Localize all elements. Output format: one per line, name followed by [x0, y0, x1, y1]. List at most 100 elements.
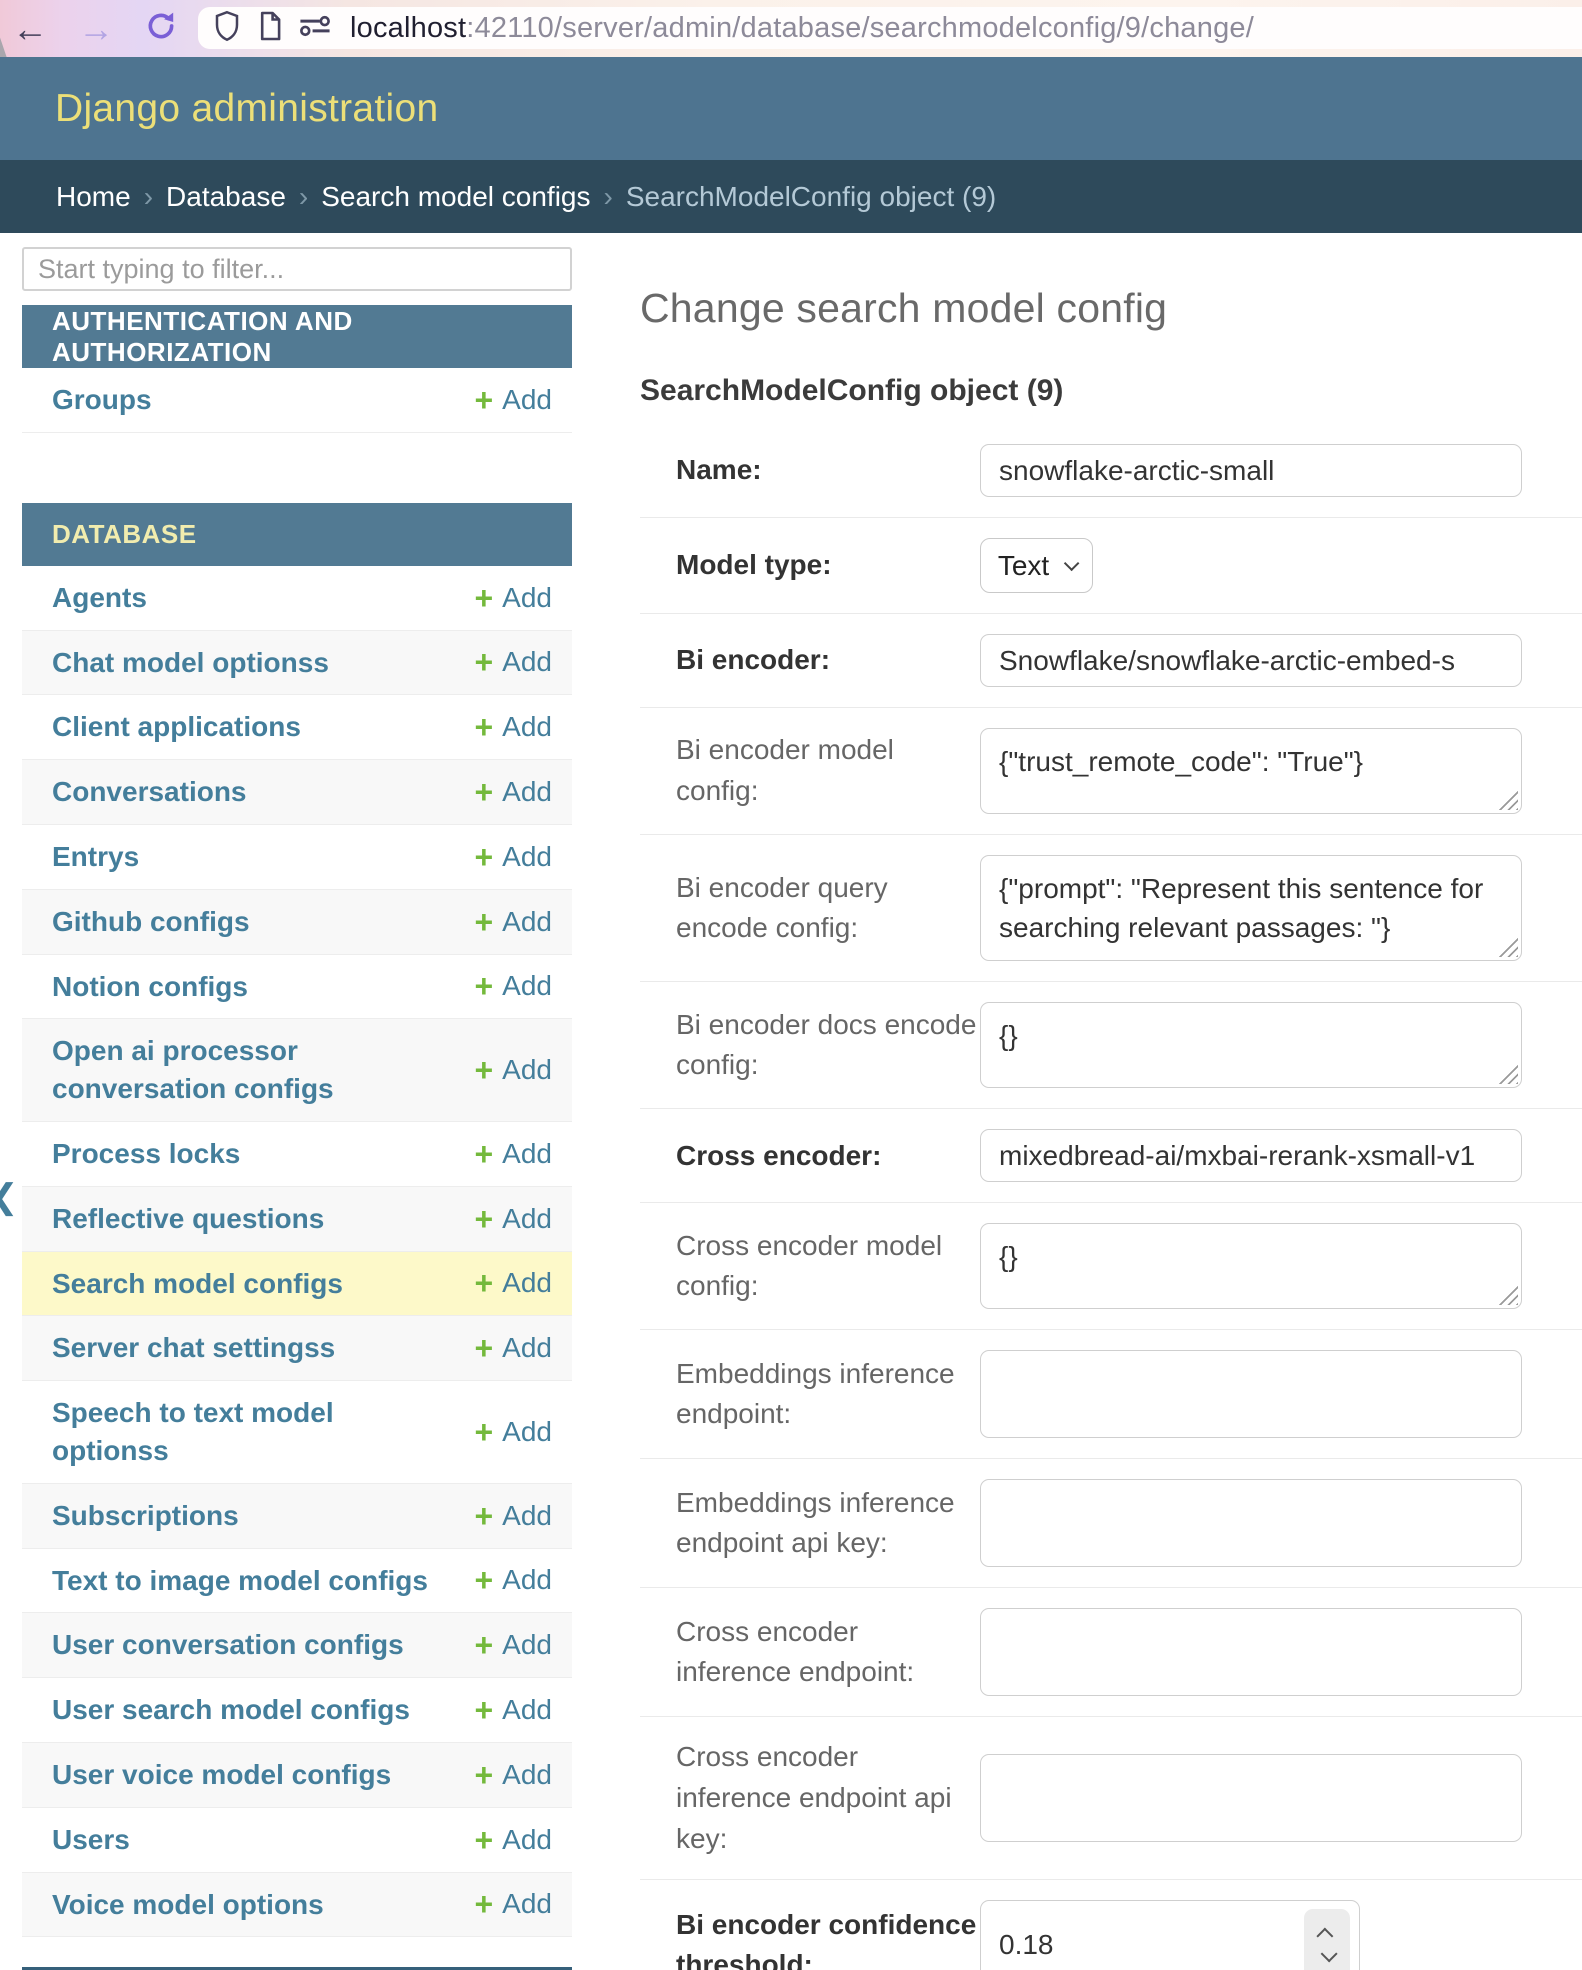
- model-link[interactable]: Conversations: [52, 760, 247, 824]
- add-link[interactable]: +Add: [474, 1888, 552, 1920]
- plus-icon: +: [474, 1824, 493, 1856]
- model-link[interactable]: Subscriptions: [52, 1484, 239, 1548]
- chevron-down-icon: [1064, 556, 1080, 572]
- sidebar-filter-input[interactable]: [22, 247, 572, 291]
- model-link[interactable]: Agents: [52, 566, 147, 630]
- model-link[interactable]: Reflective questions: [52, 1187, 324, 1251]
- section-database-caption: DATABASE: [22, 503, 572, 566]
- endpoint-input[interactable]: [980, 1479, 1522, 1567]
- add-label: Add: [502, 1824, 552, 1856]
- breadcrumb-home[interactable]: Home: [56, 181, 131, 213]
- add-link[interactable]: +Add: [474, 906, 552, 938]
- endpoint-input[interactable]: [980, 1350, 1522, 1438]
- field-label: Cross encoder inference endpoint api key…: [640, 1737, 980, 1859]
- model-link[interactable]: User search model configs: [52, 1678, 410, 1742]
- add-link[interactable]: +Add: [474, 776, 552, 808]
- add-link[interactable]: +Add: [474, 1416, 552, 1448]
- model-link[interactable]: Text to image model configs: [52, 1549, 428, 1613]
- add-link[interactable]: +Add: [474, 1203, 552, 1235]
- add-link[interactable]: +Add: [474, 1564, 552, 1596]
- add-link[interactable]: +Add: [474, 384, 552, 416]
- model-link[interactable]: Open ai processor conversation configs: [52, 1019, 437, 1121]
- resize-grip-icon[interactable]: [1497, 1284, 1518, 1305]
- field-label: Cross encoder model config:: [640, 1226, 980, 1307]
- model-link[interactable]: Speech to text model optionss: [52, 1381, 437, 1483]
- model-link[interactable]: Search model configs: [52, 1252, 343, 1316]
- json-textarea[interactable]: {"prompt": "Represent this sentence for …: [980, 855, 1522, 961]
- resize-grip-icon[interactable]: [1497, 1063, 1518, 1084]
- model-link[interactable]: Users: [52, 1808, 130, 1872]
- add-label: Add: [502, 711, 552, 743]
- model-link[interactable]: Process locks: [52, 1122, 240, 1186]
- json-textarea[interactable]: {"trust_remote_code": "True"}: [980, 728, 1522, 814]
- endpoint-input[interactable]: [980, 1754, 1522, 1842]
- model-link[interactable]: Server chat settingss: [52, 1316, 335, 1380]
- json-textarea[interactable]: {}: [980, 1002, 1522, 1088]
- model-link[interactable]: User voice model configs: [52, 1743, 391, 1807]
- endpoint-input[interactable]: [980, 1608, 1522, 1696]
- breadcrumb-database[interactable]: Database: [166, 181, 286, 213]
- model-link[interactable]: Chat model optionss: [52, 631, 329, 695]
- form-row: Embeddings inference endpoint:: [640, 1330, 1582, 1459]
- add-label: Add: [502, 1629, 552, 1661]
- model-link[interactable]: User conversation configs: [52, 1613, 404, 1677]
- json-textarea[interactable]: {}: [980, 1223, 1522, 1309]
- field-label: Bi encoder:: [640, 640, 980, 681]
- site-title[interactable]: Django administration: [55, 87, 439, 131]
- back-icon[interactable]: ←: [12, 11, 48, 47]
- address-bar[interactable]: localhost:42110/server/admin/database/se…: [198, 7, 1582, 49]
- django-header: Django administration: [0, 57, 1582, 160]
- select-input[interactable]: Text: [980, 538, 1093, 593]
- field-widget: [980, 1479, 1582, 1567]
- stepper-up-icon[interactable]: [1316, 1928, 1333, 1945]
- breadcrumb-search-model-configs[interactable]: Search model configs: [321, 181, 590, 213]
- text-input[interactable]: [980, 444, 1522, 497]
- field-label: Model type:: [640, 545, 980, 586]
- shield-icon[interactable]: [212, 9, 242, 48]
- resize-grip-icon[interactable]: [1497, 936, 1518, 957]
- add-link[interactable]: +Add: [474, 970, 552, 1002]
- form-row: Cross encoder inference endpoint:: [640, 1588, 1582, 1717]
- model-link[interactable]: Client applications: [52, 695, 301, 759]
- sidebar-item: Conversations +Add: [22, 760, 572, 825]
- breadcrumb-current: SearchModelConfig object (9): [626, 181, 996, 213]
- add-link[interactable]: +Add: [474, 1629, 552, 1661]
- object-title: SearchModelConfig object (9): [640, 374, 1582, 408]
- plus-icon: +: [474, 1694, 493, 1726]
- model-link[interactable]: Github configs: [52, 890, 250, 954]
- add-link[interactable]: +Add: [474, 711, 552, 743]
- add-link[interactable]: +Add: [474, 1500, 552, 1532]
- add-label: Add: [502, 1203, 552, 1235]
- page-icon[interactable]: [257, 10, 283, 47]
- model-link[interactable]: Groups: [52, 368, 152, 432]
- add-link[interactable]: +Add: [474, 582, 552, 614]
- model-link[interactable]: Entrys: [52, 825, 139, 889]
- model-link[interactable]: Voice model options: [52, 1873, 324, 1937]
- sidebar-item: Chat model optionss +Add: [22, 631, 572, 696]
- sidebar-collapse-icon[interactable]: ❮: [0, 1177, 19, 1217]
- refresh-icon[interactable]: [144, 9, 178, 48]
- field-label: Embeddings inference endpoint:: [640, 1354, 980, 1435]
- add-link[interactable]: +Add: [474, 1267, 552, 1299]
- add-link[interactable]: +Add: [474, 646, 552, 678]
- text-input[interactable]: [980, 634, 1522, 687]
- field-widget: {}: [980, 1002, 1582, 1088]
- add-link[interactable]: + Add: [474, 1824, 552, 1856]
- add-link[interactable]: +Add: [474, 841, 552, 873]
- permissions-sliders-icon[interactable]: [298, 13, 332, 44]
- text-input[interactable]: [980, 1129, 1522, 1182]
- forward-icon[interactable]: →: [78, 11, 114, 47]
- add-link[interactable]: +Add: [474, 1759, 552, 1791]
- field-widget: [980, 444, 1582, 497]
- add-link[interactable]: +Add: [474, 1138, 552, 1170]
- add-link[interactable]: +Add: [474, 1332, 552, 1364]
- stepper-down-icon[interactable]: [1321, 1946, 1338, 1963]
- model-link[interactable]: Notion configs: [52, 955, 248, 1019]
- add-label: Add: [502, 1694, 552, 1726]
- resize-grip-icon[interactable]: [1497, 789, 1518, 810]
- sidebar-item: Reflective questions +Add: [22, 1187, 572, 1252]
- number-input[interactable]: [980, 1900, 1360, 1970]
- add-link[interactable]: + Add: [474, 1694, 552, 1726]
- number-stepper[interactable]: [1304, 1909, 1350, 1970]
- add-link[interactable]: +Add: [474, 1054, 552, 1086]
